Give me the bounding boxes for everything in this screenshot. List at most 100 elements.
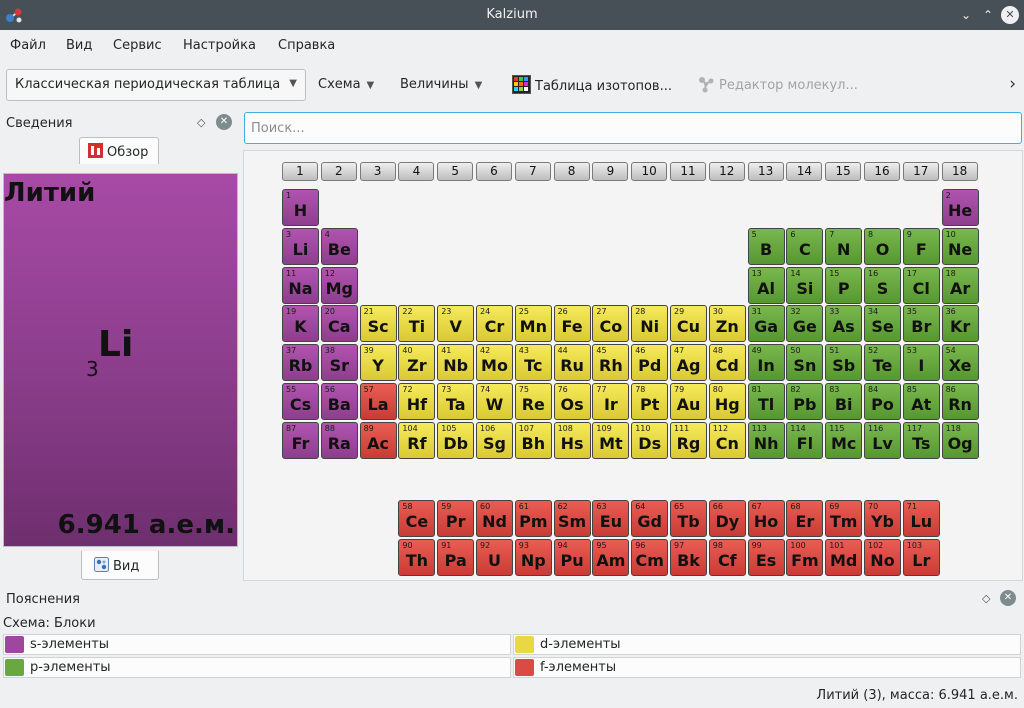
element-cell-ds[interactable]: 110 Ds — [631, 421, 669, 459]
element-cell-hs[interactable]: 108 Hs — [553, 421, 591, 459]
group-header-16[interactable]: 16 — [864, 162, 900, 181]
element-cell-p[interactable]: 15 P — [825, 266, 863, 304]
element-cell-si[interactable]: 14 Si — [786, 266, 824, 304]
tab-overview[interactable]: Обзор — [79, 137, 159, 164]
element-cell-cf[interactable]: 98 Cf — [708, 538, 746, 576]
element-cell-fe[interactable]: 26 Fe — [553, 305, 591, 343]
element-cell-b[interactable]: 5B — [747, 227, 785, 265]
maximize-button[interactable]: ⌃ — [979, 6, 997, 24]
element-cell-y[interactable]: 39 Y — [359, 344, 397, 382]
group-header-17[interactable]: 17 — [902, 162, 939, 181]
element-cell-md[interactable]: 101 Md — [825, 538, 863, 576]
group-header-2[interactable]: 2 — [320, 162, 357, 181]
minimize-button[interactable]: ⌄ — [957, 6, 975, 24]
gradients-button[interactable]: Величины ▼ — [400, 77, 482, 92]
element-cell-fm[interactable]: 100 Fm — [786, 538, 824, 576]
element-cell-rg[interactable]: 111 Rg — [670, 421, 707, 459]
table-type-select[interactable]: Классическая периодическая таблица ▼ — [6, 69, 306, 101]
menu-file[interactable]: Файл — [10, 38, 46, 53]
element-cell-eu[interactable]: 63 Eu — [592, 500, 630, 537]
element-cell-au[interactable]: 79 Au — [670, 383, 707, 420]
element-cell-th[interactable]: 90 Th — [398, 538, 436, 576]
element-cell-ne[interactable]: 10 Ne — [941, 227, 979, 265]
group-header-12[interactable]: 12 — [708, 162, 745, 181]
group-header-10[interactable]: 10 — [631, 162, 668, 181]
element-cell-lv[interactable]: 116 Lv — [864, 421, 901, 459]
element-cell-sb[interactable]: 51 Sb — [825, 344, 863, 382]
tab-view[interactable]: Вид — [81, 551, 159, 580]
element-cell-al[interactable]: 13 Al — [747, 266, 785, 304]
element-cell-lu[interactable]: 71 Lu — [902, 500, 940, 537]
element-cell-o[interactable]: 8O — [864, 227, 901, 265]
element-cell-kr[interactable]: 36 Kr — [941, 305, 979, 343]
element-cell-ge[interactable]: 32 Ge — [786, 305, 824, 343]
element-cell-te[interactable]: 52 Te — [864, 344, 901, 382]
element-cell-sg[interactable]: 106 Sg — [476, 421, 513, 459]
element-cell-os[interactable]: 76 Os — [553, 383, 591, 420]
search-input[interactable] — [244, 112, 1022, 144]
element-cell-sn[interactable]: 50 Sn — [786, 344, 824, 382]
element-cell-na[interactable]: 11 Na — [282, 266, 319, 304]
element-cell-co[interactable]: 27 Co — [592, 305, 630, 343]
isotope-table-button[interactable]: Таблица изотопов... — [512, 75, 672, 94]
element-cell-og[interactable]: 118 Og — [941, 421, 979, 459]
element-cell-u[interactable]: 92 U — [476, 538, 513, 576]
element-cell-ga[interactable]: 31 Ga — [747, 305, 785, 343]
float-icon[interactable]: ◇ — [982, 592, 990, 605]
element-cell-n[interactable]: 7N — [825, 227, 863, 265]
element-cell-db[interactable]: 105 Db — [437, 421, 475, 459]
element-cell-w[interactable]: 74 W — [476, 383, 513, 420]
element-cell-cu[interactable]: 29 Cu — [670, 305, 707, 343]
element-cell-ta[interactable]: 73 Ta — [437, 383, 475, 420]
element-cell-mo[interactable]: 42 Mo — [476, 344, 513, 382]
element-cell-v[interactable]: 23 V — [437, 305, 475, 343]
element-cell-sc[interactable]: 21 Sc — [359, 305, 397, 343]
element-cell-bk[interactable]: 97 Bk — [670, 538, 707, 576]
element-cell-am[interactable]: 95 Am — [592, 538, 630, 576]
element-cell-tc[interactable]: 43 Tc — [514, 344, 552, 382]
element-cell-mg[interactable]: 12 Mg — [320, 266, 358, 304]
element-cell-mc[interactable]: 115 Mc — [825, 421, 863, 459]
element-cell-la[interactable]: 57 La — [359, 383, 397, 420]
element-cell-rh[interactable]: 45 Rh — [592, 344, 630, 382]
element-cell-tm[interactable]: 69 Tm — [825, 500, 863, 537]
element-cell-i[interactable]: 53 I — [902, 344, 940, 382]
group-header-15[interactable]: 15 — [825, 162, 862, 181]
element-cell-pm[interactable]: 61 Pm — [514, 500, 552, 537]
element-cell-pd[interactable]: 46 Pd — [631, 344, 669, 382]
element-cell-f[interactable]: 9F — [902, 227, 940, 265]
element-cell-cr[interactable]: 24 Cr — [476, 305, 513, 343]
element-cell-es[interactable]: 99 Es — [747, 538, 785, 576]
group-header-13[interactable]: 13 — [747, 162, 784, 181]
element-cell-pr[interactable]: 59 Pr — [437, 500, 475, 537]
element-cell-re[interactable]: 75 Re — [514, 383, 552, 420]
element-cell-ts[interactable]: 117 Ts — [902, 421, 940, 459]
element-cell-po[interactable]: 84 Po — [864, 383, 901, 420]
element-cell-tb[interactable]: 65 Tb — [670, 500, 707, 537]
element-cell-mn[interactable]: 25 Mn — [514, 305, 552, 343]
element-cell-nh[interactable]: 113 Nh — [747, 421, 785, 459]
element-cell-ir[interactable]: 77 Ir — [592, 383, 630, 420]
float-icon[interactable]: ◇ — [197, 116, 205, 129]
element-cell-be[interactable]: 4 Be — [320, 227, 358, 265]
element-cell-cl[interactable]: 17 Cl — [902, 266, 940, 304]
element-cell-ra[interactable]: 88 Ra — [320, 421, 358, 459]
element-cell-in[interactable]: 49 In — [747, 344, 785, 382]
group-header-9[interactable]: 9 — [592, 162, 629, 181]
group-header-11[interactable]: 11 — [670, 162, 706, 181]
element-cell-xe[interactable]: 54 Xe — [941, 344, 979, 382]
group-header-8[interactable]: 8 — [553, 162, 590, 181]
element-cell-zn[interactable]: 30 Zn — [708, 305, 746, 343]
element-cell-ce[interactable]: 58 Ce — [398, 500, 436, 537]
element-cell-nd[interactable]: 60 Nd — [476, 500, 513, 537]
element-cell-np[interactable]: 93 Np — [514, 538, 552, 576]
element-cell-gd[interactable]: 64 Gd — [631, 500, 669, 537]
element-cell-er[interactable]: 68 Er — [786, 500, 824, 537]
element-cell-rf[interactable]: 104 Rf — [398, 421, 436, 459]
toolbar-overflow-button[interactable]: › — [1009, 74, 1016, 94]
group-header-18[interactable]: 18 — [941, 162, 978, 181]
menu-tools[interactable]: Сервис — [113, 38, 162, 53]
element-cell-br[interactable]: 35 Br — [902, 305, 940, 343]
element-cell-hf[interactable]: 72 Hf — [398, 383, 436, 420]
element-cell-pa[interactable]: 91 Pa — [437, 538, 475, 576]
